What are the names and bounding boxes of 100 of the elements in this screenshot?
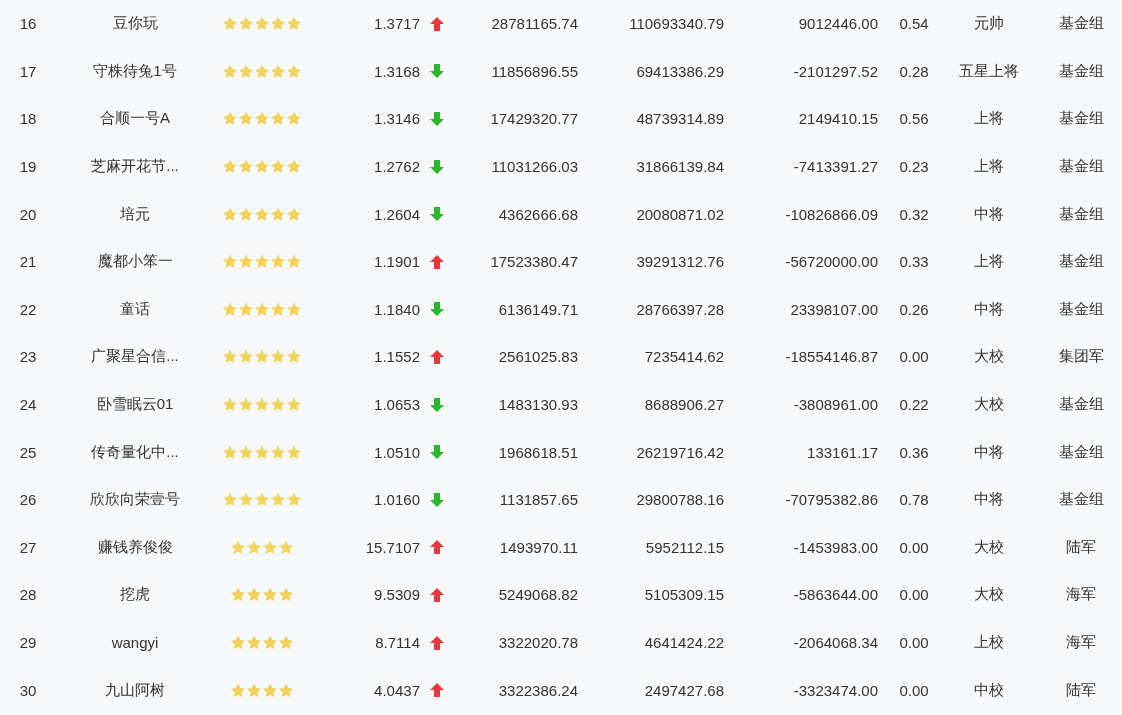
table-cell: 2149410.15 — [798, 110, 878, 128]
value-cell: 1.3146 — [374, 110, 420, 128]
name-cell-text: 传奇量化中... — [90, 442, 180, 462]
star-icon — [230, 587, 246, 603]
star-icon — [222, 349, 238, 365]
table-cell-text: 0.00 — [898, 586, 930, 604]
table-cell: 20080871.02 — [636, 205, 724, 223]
table-cell: 4641424.22 — [644, 634, 724, 651]
star-icon — [286, 63, 302, 79]
table-cell-text: 0.32 — [898, 205, 930, 223]
table-cell: 6136149.71 — [498, 300, 578, 318]
table-cell-text: 0.33 — [898, 253, 930, 271]
table-cell: -2064068.34 — [793, 634, 878, 651]
star-icon — [238, 111, 254, 127]
title-cell-text: 上将 — [973, 252, 1005, 272]
table-cell: 69413386.29 — [636, 62, 724, 80]
table-cell: 28766397.28 — [636, 300, 724, 318]
star-icon — [238, 444, 254, 460]
group-cell-text: 陆军 — [1065, 680, 1097, 700]
rank-cell-text: 26 — [18, 491, 38, 509]
title-cell-text: 上将 — [973, 109, 1005, 129]
value-cell: 1.3168 — [374, 62, 420, 80]
table-cell: 7235414.62 — [644, 348, 724, 366]
star-icon — [254, 159, 270, 175]
title-cell-text: 大校 — [973, 585, 1005, 605]
star-icon — [246, 682, 262, 698]
star-icon — [254, 111, 270, 127]
star-icon — [278, 587, 294, 603]
star-icon — [254, 16, 270, 32]
star-icon — [230, 635, 246, 650]
rank-cell-text: 20 — [18, 205, 38, 223]
name-cell-text: 合顺一号A — [99, 109, 171, 129]
group-cell-text: 陆军 — [1065, 537, 1097, 557]
star-icon — [254, 492, 270, 508]
star-icon — [222, 254, 238, 270]
table-cell: 29800788.16 — [636, 491, 724, 509]
name-cell-text: 九山阿树 — [104, 680, 166, 700]
star-icon — [286, 301, 302, 317]
star-icon — [270, 16, 286, 32]
group-cell-text: 基金组 — [1057, 204, 1105, 224]
rank-cell-text: 16 — [18, 15, 38, 33]
star-icon — [254, 301, 270, 317]
star-icon — [286, 206, 302, 222]
group-cell-text: 基金组 — [1057, 442, 1105, 462]
star-icon — [286, 111, 302, 127]
star-icon — [238, 159, 254, 175]
table-cell: 26219716.42 — [636, 443, 724, 461]
table-cell: 133161.17 — [807, 443, 878, 461]
table-cell: 31866139.84 — [636, 158, 724, 176]
rank-cell-text: 29 — [18, 634, 38, 651]
rank-cell-text: 25 — [18, 443, 38, 461]
star-icon — [270, 397, 286, 413]
star-icon — [238, 206, 254, 222]
name-cell-text: 守株待兔1号 — [92, 61, 178, 81]
title-cell-text: 元帅 — [973, 14, 1005, 34]
title-cell-text: 大校 — [973, 395, 1005, 415]
rank-cell-text: 28 — [18, 586, 38, 604]
star-icon — [262, 539, 278, 555]
rank-cell-text: 23 — [18, 348, 38, 366]
name-cell-text: 广聚星合信... — [90, 347, 180, 367]
star-icon — [286, 492, 302, 508]
table-cell-text: 0.00 — [898, 634, 930, 651]
group-cell-text: 海军 — [1065, 633, 1097, 652]
group-cell-text: 基金组 — [1057, 157, 1105, 177]
table-cell: 48739314.89 — [636, 110, 724, 128]
star-icon — [222, 16, 238, 32]
value-cell: 8.7114 — [375, 634, 420, 651]
title-cell-text: 大校 — [973, 347, 1005, 367]
star-icon — [222, 206, 238, 222]
title-cell-text: 中将 — [973, 299, 1005, 319]
table-cell: 23398107.00 — [790, 300, 878, 318]
star-icon — [238, 16, 254, 32]
rank-cell-text: 22 — [18, 300, 38, 318]
star-icon — [270, 492, 286, 508]
star-icon — [278, 682, 294, 698]
name-cell-text: wangyi — [110, 634, 160, 651]
star-icon — [222, 301, 238, 317]
value-cell: 1.1552 — [374, 348, 420, 366]
table-cell-text: 0.78 — [898, 491, 930, 509]
group-cell-text: 基金组 — [1057, 395, 1105, 415]
value-cell: 1.0510 — [374, 443, 420, 461]
value-cell: 1.1840 — [374, 300, 420, 318]
table-cell: -70795382.86 — [785, 491, 878, 509]
table-cell-text: 0.54 — [898, 15, 930, 33]
value-cell: 4.0437 — [374, 681, 420, 699]
rank-cell-text: 18 — [18, 110, 38, 128]
table-cell: -18554146.87 — [785, 348, 878, 366]
table-cell: 17429320.77 — [490, 110, 578, 128]
star-icon — [254, 444, 270, 460]
star-icon — [262, 682, 278, 698]
table-cell-text: 0.56 — [898, 110, 930, 128]
value-cell: 1.0653 — [374, 396, 420, 414]
star-icon — [278, 635, 294, 650]
value-cell: 1.2604 — [374, 205, 420, 223]
title-cell-text: 中将 — [973, 204, 1005, 224]
rank-cell-text: 24 — [18, 396, 38, 414]
star-icon — [222, 159, 238, 175]
value-cell: 15.7107 — [365, 538, 420, 556]
table-cell: 5249068.82 — [498, 586, 578, 604]
table-cell: 5105309.15 — [644, 586, 724, 604]
